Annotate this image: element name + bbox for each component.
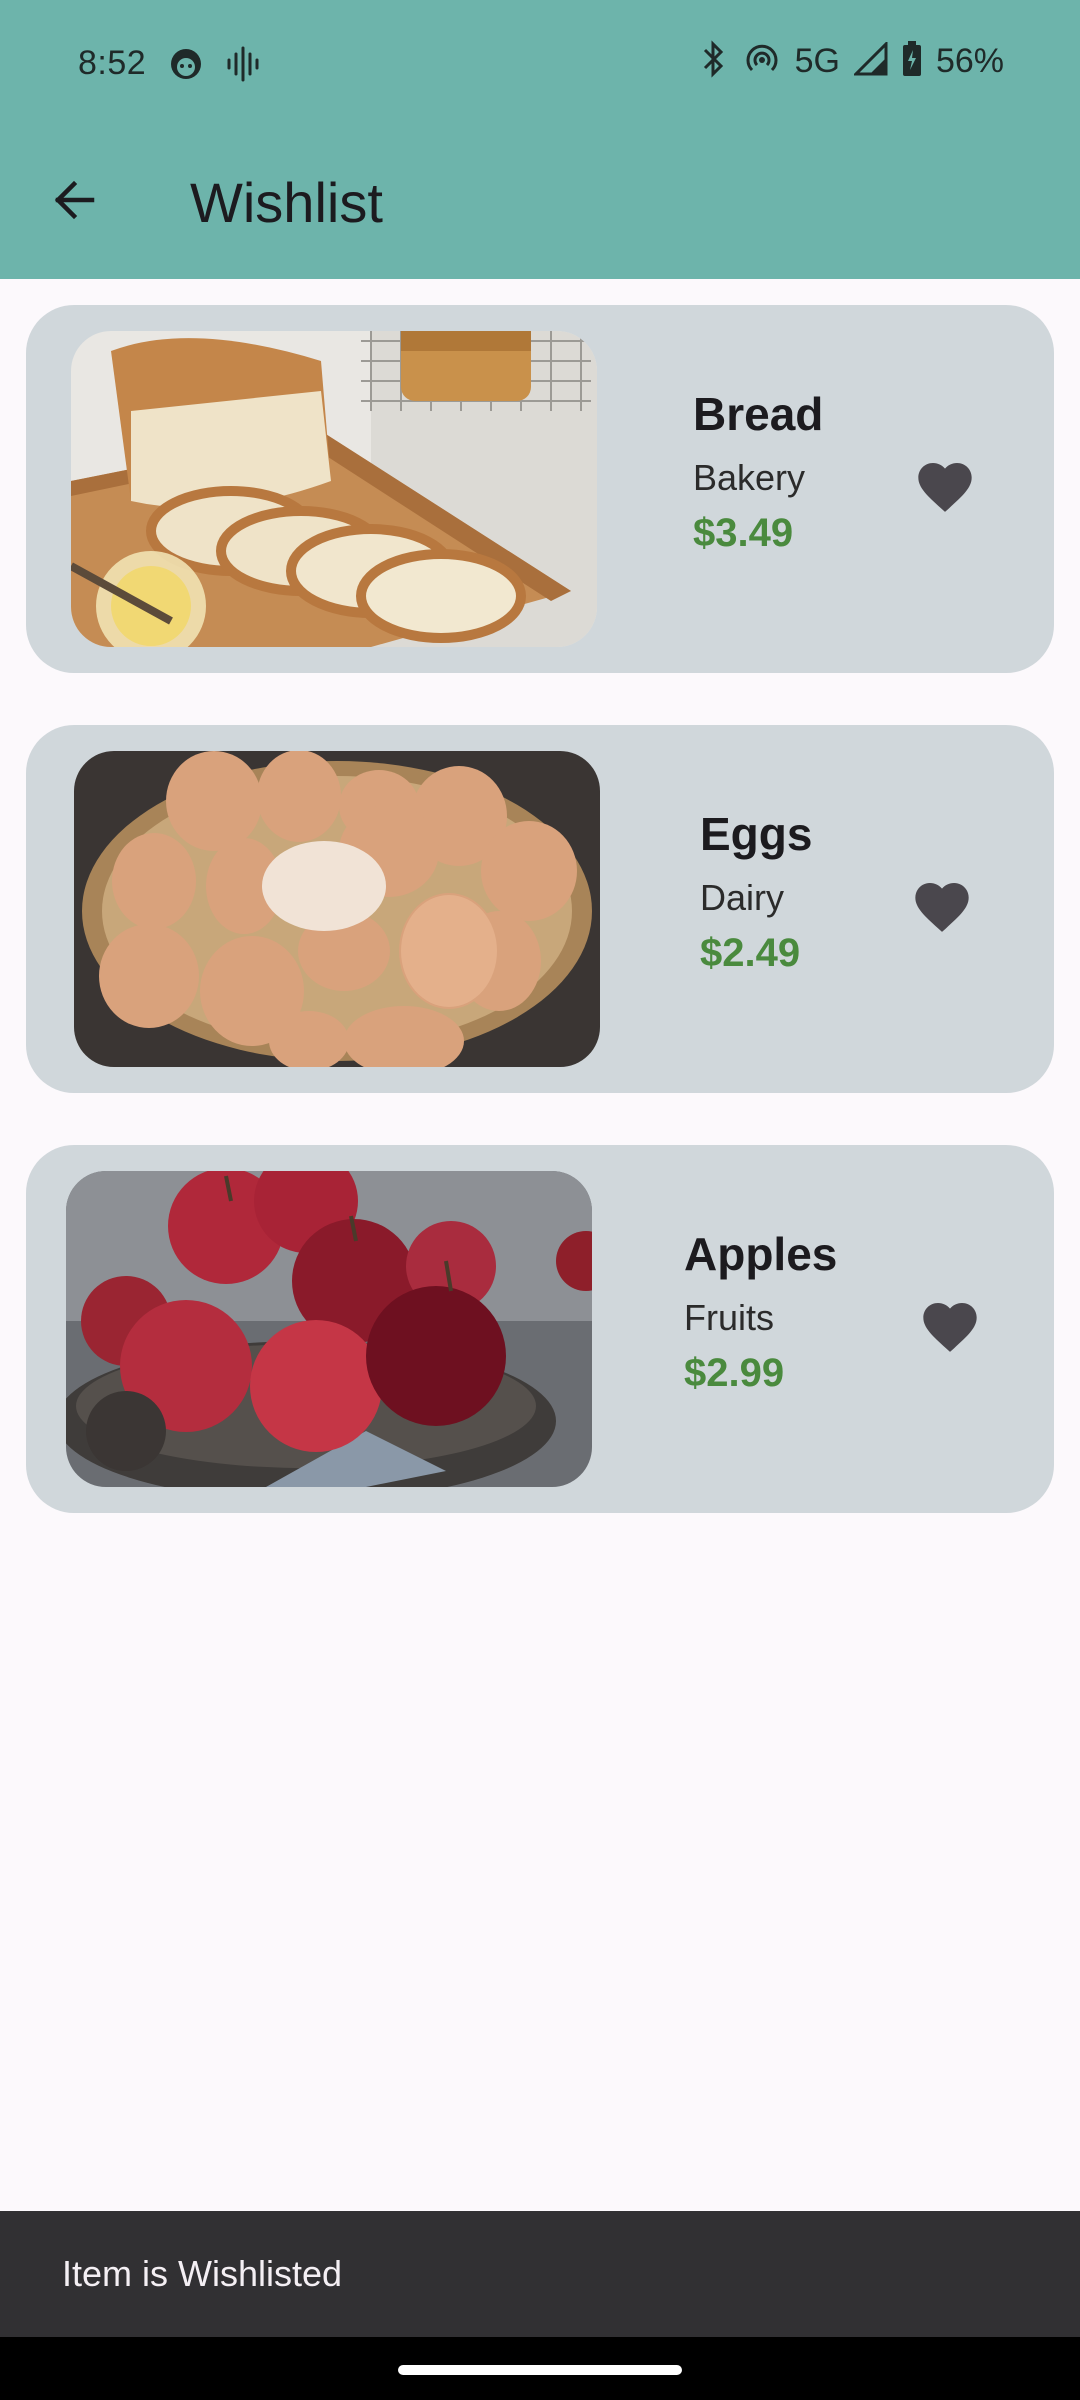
item-category: Dairy [700, 877, 785, 918]
signal-icon [852, 40, 888, 81]
item-info: Apples Fruits $2.99 [684, 1227, 837, 1396]
item-price: $2.49 [700, 931, 801, 975]
item-category: Bakery [693, 457, 806, 498]
heart-icon [923, 1303, 977, 1352]
back-button[interactable] [42, 168, 106, 232]
eggs-image [74, 751, 600, 1067]
item-info: Eggs Dairy $2.49 [700, 807, 812, 976]
item-info: Bread Bakery $3.49 [693, 387, 823, 556]
item-name: Eggs [700, 808, 813, 860]
item-name: Bread [693, 388, 824, 440]
wishlist-card-apples[interactable]: Apples Fruits $2.99 [26, 1145, 1054, 1513]
hotspot-icon [743, 40, 781, 83]
status-right-group: 5G 56% [699, 40, 1004, 83]
wishlist-card-eggs[interactable]: Eggs Dairy $2.49 [26, 725, 1054, 1093]
favorite-button[interactable] [918, 1295, 982, 1359]
bread-image [71, 331, 597, 647]
sound-wave-icon [226, 46, 260, 87]
heart-icon [915, 883, 969, 932]
item-name: Apples [684, 1228, 838, 1280]
app-bar: 8:52 5G 56% Wishlist [0, 0, 1080, 279]
app-face-icon [168, 46, 204, 87]
status-bar: 8:52 5G 56% [0, 0, 1080, 132]
bluetooth-icon [699, 40, 729, 83]
home-gesture-handle[interactable] [398, 2365, 682, 2375]
item-price: $2.99 [684, 1351, 785, 1395]
page-title: Wishlist [190, 171, 383, 234]
system-nav-bar [0, 2337, 1080, 2400]
battery-icon [902, 41, 922, 82]
wishlist-card-bread[interactable]: Bread Bakery $3.49 [26, 305, 1054, 673]
status-time: 8:52 [78, 44, 147, 82]
arrow-back-icon [54, 180, 95, 220]
apples-image [66, 1171, 592, 1487]
battery-percent: 56% [935, 42, 1004, 80]
favorite-button[interactable] [910, 875, 974, 939]
item-category: Fruits [684, 1297, 774, 1338]
network-type: 5G [794, 42, 840, 80]
heart-icon [918, 463, 972, 512]
snackbar: Item is Wishlisted [0, 2211, 1080, 2337]
favorite-button[interactable] [913, 455, 977, 519]
item-price: $3.49 [693, 511, 794, 555]
snackbar-message: Item is Wishlisted [62, 2253, 343, 2294]
